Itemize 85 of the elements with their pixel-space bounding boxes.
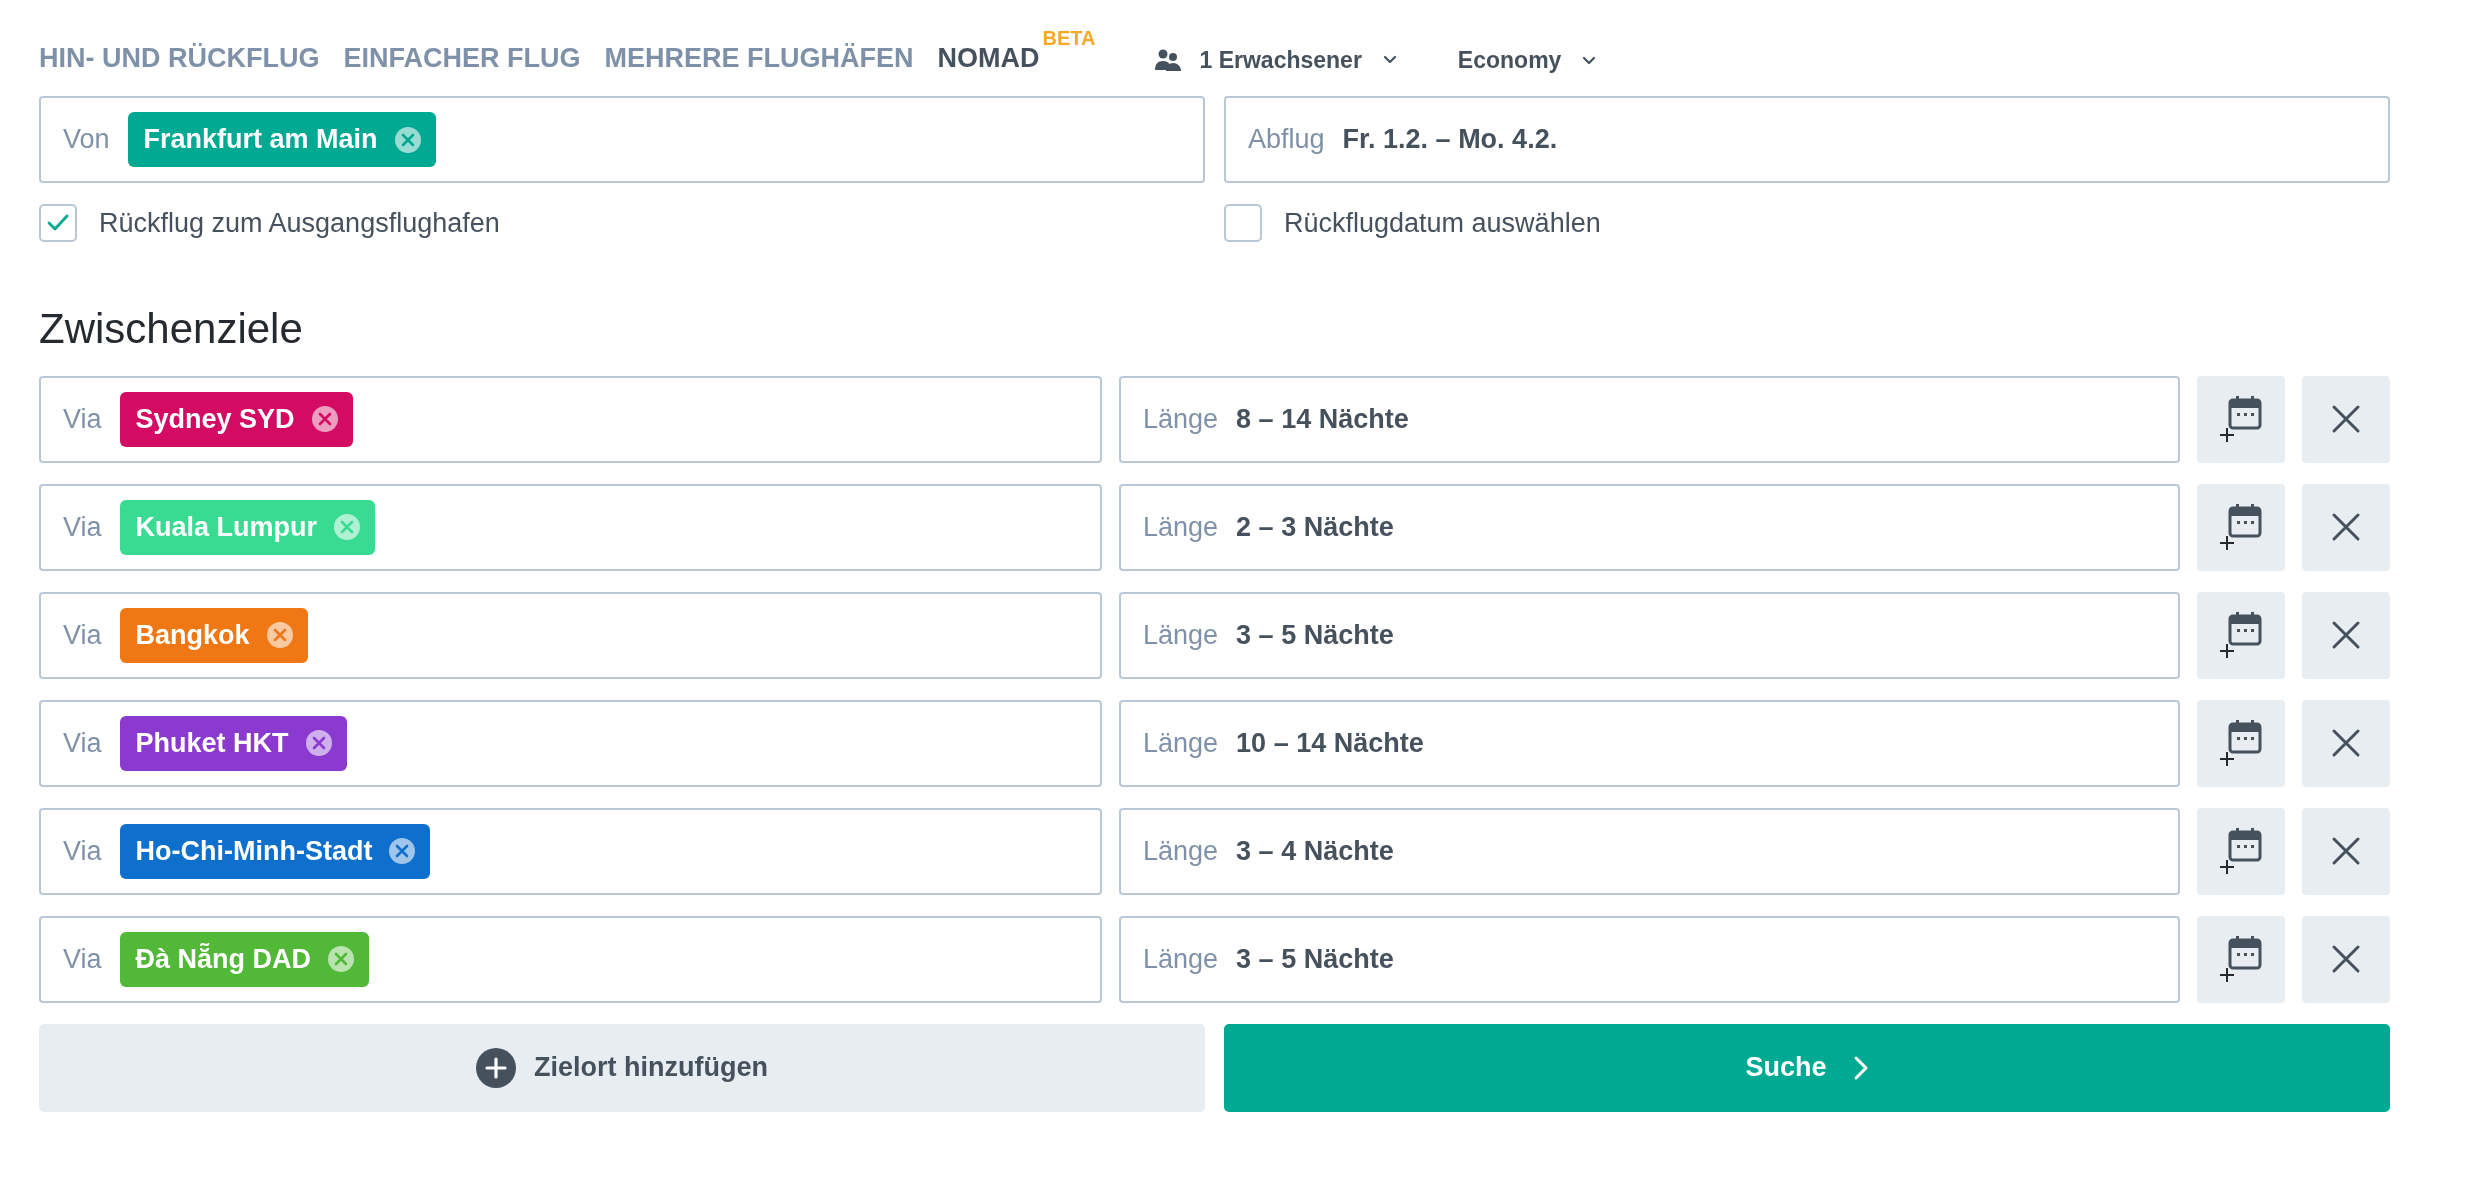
calendar-plus-icon [2218, 826, 2264, 876]
tab[interactable]: NOMAD [937, 45, 1040, 72]
field-label: Via [63, 726, 102, 760]
field-label: Länge [1143, 618, 1219, 652]
stay-length-value: 3 – 5 Nächte [1236, 942, 1394, 976]
stay-length-field[interactable]: Länge 10 – 14 Nächte [1119, 699, 2180, 787]
field-label: Länge [1143, 402, 1219, 436]
cabin-class-dropdown[interactable]: Economy [1457, 49, 1600, 72]
stay-length-value: 3 – 4 Nächte [1236, 834, 1394, 868]
add-date-button[interactable] [2197, 807, 2285, 895]
add-date-button[interactable] [2197, 591, 2285, 679]
departure-field[interactable]: Abflug Fr. 1.2. – Mo. 4.2. [1224, 96, 2390, 183]
remove-stop-button[interactable] [2302, 483, 2390, 571]
beta-label: BETA [1042, 26, 1096, 51]
stay-length-value: 8 – 14 Nächte [1236, 402, 1409, 436]
chip-label: Kuala Lumpur [135, 510, 318, 544]
field-label: Länge [1143, 942, 1219, 976]
field-label: Via [63, 834, 102, 868]
people-icon [1155, 48, 1182, 72]
add-date-button[interactable] [2197, 375, 2285, 463]
remove-stop-button[interactable] [2302, 375, 2390, 463]
via-field[interactable]: Via Ho-Chi-Minh-Stadt [39, 807, 1102, 895]
field-label: Via [63, 402, 102, 436]
remove-stop-button[interactable] [2302, 807, 2390, 895]
close-icon [2331, 944, 2361, 974]
add-destination-button[interactable]: Zielort hinzufügen [39, 1023, 1205, 1112]
checkbox[interactable] [39, 204, 77, 243]
stay-length-field[interactable]: Länge 8 – 14 Nächte [1119, 375, 2180, 463]
calendar-plus-icon [2218, 718, 2264, 768]
stay-length-value: 2 – 3 Nächte [1236, 510, 1394, 544]
stay-length-value: 3 – 5 Nächte [1236, 618, 1394, 652]
via-field[interactable]: Via Sydney SYD [39, 375, 1102, 463]
field-label: Von [63, 123, 110, 157]
remove-chip-icon[interactable] [388, 837, 417, 865]
field-label: Abflug [1248, 123, 1325, 157]
remove-stop-button[interactable] [2302, 591, 2390, 679]
plus-circle-icon [476, 1047, 516, 1088]
chevron-right-icon [1852, 1054, 1869, 1081]
close-icon [2331, 836, 2361, 866]
calendar-plus-icon [2218, 502, 2264, 552]
field-label: Via [63, 942, 102, 976]
departure-dates: Fr. 1.2. – Mo. 4.2. [1342, 123, 1558, 157]
field-label: Via [63, 510, 102, 544]
checkbox-label: Rückflug zum Ausgangsflughafen [99, 207, 500, 240]
stay-length-value: 10 – 14 Nächte [1236, 726, 1424, 760]
calendar-plus-icon [2218, 610, 2264, 660]
calendar-plus-icon [2218, 394, 2264, 444]
checkbox[interactable] [1224, 204, 1262, 243]
stay-length-field[interactable]: Länge 3 – 4 Nächte [1119, 807, 2180, 895]
remove-chip-icon[interactable] [265, 621, 294, 649]
close-icon [2331, 404, 2361, 434]
close-icon [2331, 620, 2361, 650]
remove-chip-icon[interactable] [327, 945, 356, 973]
add-date-button[interactable] [2197, 483, 2285, 571]
add-date-button[interactable] [2197, 699, 2285, 787]
remove-stop-button[interactable] [2302, 915, 2390, 1003]
chip-label: Sydney SYD [135, 402, 295, 436]
chip-label: Ho-Chi-Minh-Stadt [135, 834, 373, 868]
remove-chip-icon[interactable] [310, 405, 339, 433]
remove-chip-icon[interactable] [333, 513, 362, 541]
chip-label: Bangkok [135, 618, 250, 652]
via-field[interactable]: Via Phuket HKT [39, 699, 1102, 787]
section-heading: Zwischenziele [39, 307, 304, 350]
field-label: Länge [1143, 510, 1219, 544]
add-date-button[interactable] [2197, 915, 2285, 1003]
field-label: Via [63, 618, 102, 652]
calendar-plus-icon [2218, 934, 2264, 984]
chip-label: Phuket HKT [135, 726, 289, 760]
checkmark-icon [47, 214, 69, 233]
chip-label: Đà Nẵng DAD [135, 942, 312, 976]
remove-chip-icon[interactable] [393, 125, 422, 154]
remove-chip-icon[interactable] [304, 729, 333, 757]
passengers-dropdown[interactable]: 1 Erwachsener [1155, 48, 1400, 72]
remove-stop-button[interactable] [2302, 699, 2390, 787]
close-icon [2331, 512, 2361, 542]
chip-label: Frankfurt am Main [143, 123, 378, 157]
checkbox-label: Rückflugdatum auswählen [1284, 207, 1601, 240]
field-label: Länge [1143, 834, 1219, 868]
stay-length-field[interactable]: Länge 3 – 5 Nächte [1119, 591, 2180, 679]
close-icon [2331, 728, 2361, 758]
stay-length-field[interactable]: Länge 2 – 3 Nächte [1119, 483, 2180, 571]
field-label: Länge [1143, 726, 1219, 760]
passengers-label: 1 Erwachsener [1199, 48, 1362, 72]
stay-length-field[interactable]: Länge 3 – 5 Nächte [1119, 915, 2180, 1003]
cabin-class-label: Economy [1457, 49, 1562, 72]
